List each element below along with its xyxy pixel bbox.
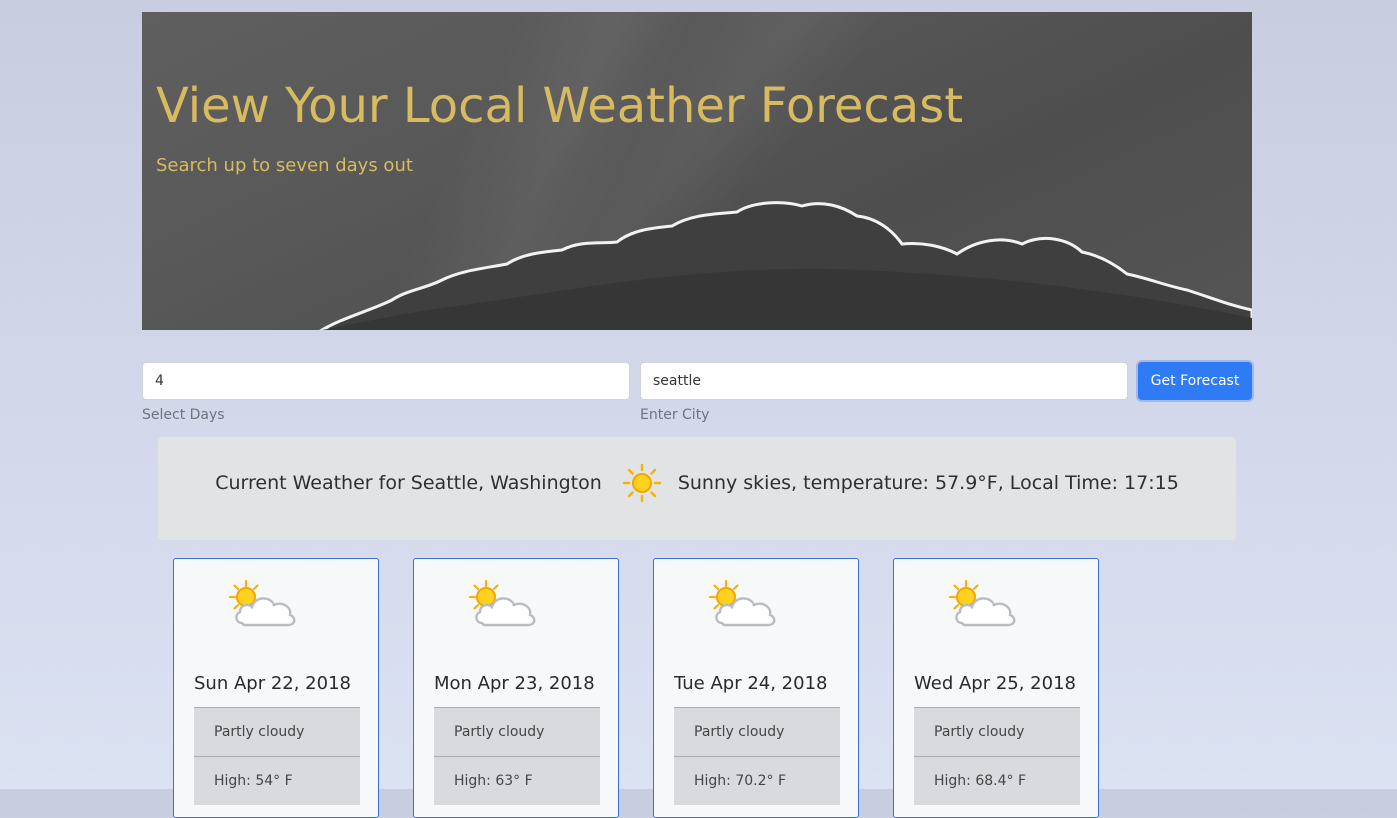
forecast-card: Mon Apr 23, 2018 Partly cloudy High: 63°… [413, 558, 619, 818]
current-location-text: Current Weather for Seattle, Washington [215, 472, 602, 494]
forecast-high-temp: High: 70.2° F [674, 756, 840, 805]
days-input[interactable] [142, 362, 630, 400]
forecast-date: Sun Apr 22, 2018 [194, 673, 351, 694]
forecast-details-list: Partly cloudy High: 70.2° F [674, 707, 840, 805]
days-help-text: Select Days [142, 407, 225, 423]
city-field-group: Enter City [640, 362, 1128, 423]
forecast-details-list: Partly cloudy High: 63° F [434, 707, 600, 805]
current-weather-panel: Current Weather for Seattle, Washington … [158, 437, 1236, 540]
partly-cloudy-icon [706, 579, 778, 635]
forecast-date: Wed Apr 25, 2018 [914, 673, 1076, 694]
cloud-silhouette-image [319, 201, 1252, 330]
forecast-details-list: Partly cloudy High: 54° F [194, 707, 360, 805]
forecast-condition: Partly cloudy [194, 707, 360, 756]
forecast-date: Mon Apr 23, 2018 [434, 673, 595, 694]
forecast-cards: Sun Apr 22, 2018 Partly cloudy High: 54°… [173, 558, 1113, 818]
page-title: View Your Local Weather Forecast [156, 78, 964, 134]
forecast-condition: Partly cloudy [434, 707, 600, 756]
page-subtitle: Search up to seven days out [156, 155, 413, 176]
forecast-card: Tue Apr 24, 2018 Partly cloudy High: 70.… [653, 558, 859, 818]
hero-banner: View Your Local Weather Forecast Search … [142, 12, 1252, 330]
current-weather-line: Current Weather for Seattle, Washington … [158, 463, 1236, 503]
forecast-condition: Partly cloudy [674, 707, 840, 756]
city-input[interactable] [640, 362, 1128, 400]
forecast-condition: Partly cloudy [914, 707, 1080, 756]
forecast-search-form: Select Days Enter City Get Forecast [142, 362, 1252, 432]
forecast-card: Wed Apr 25, 2018 Partly cloudy High: 68.… [893, 558, 1099, 818]
forecast-high-temp: High: 63° F [434, 756, 600, 805]
sun-icon [622, 463, 662, 503]
current-summary-text: Sunny skies, temperature: 57.9°F, Local … [677, 472, 1179, 494]
partly-cloudy-icon [466, 579, 538, 635]
city-help-text: Enter City [640, 407, 710, 423]
partly-cloudy-icon [226, 579, 298, 635]
forecast-high-temp: High: 68.4° F [914, 756, 1080, 805]
forecast-card: Sun Apr 22, 2018 Partly cloudy High: 54°… [173, 558, 379, 818]
forecast-details-list: Partly cloudy High: 68.4° F [914, 707, 1080, 805]
get-forecast-button[interactable]: Get Forecast [1138, 362, 1252, 400]
forecast-date: Tue Apr 24, 2018 [674, 673, 828, 694]
days-field-group: Select Days [142, 362, 630, 423]
partly-cloudy-icon [946, 579, 1018, 635]
forecast-high-temp: High: 54° F [194, 756, 360, 805]
